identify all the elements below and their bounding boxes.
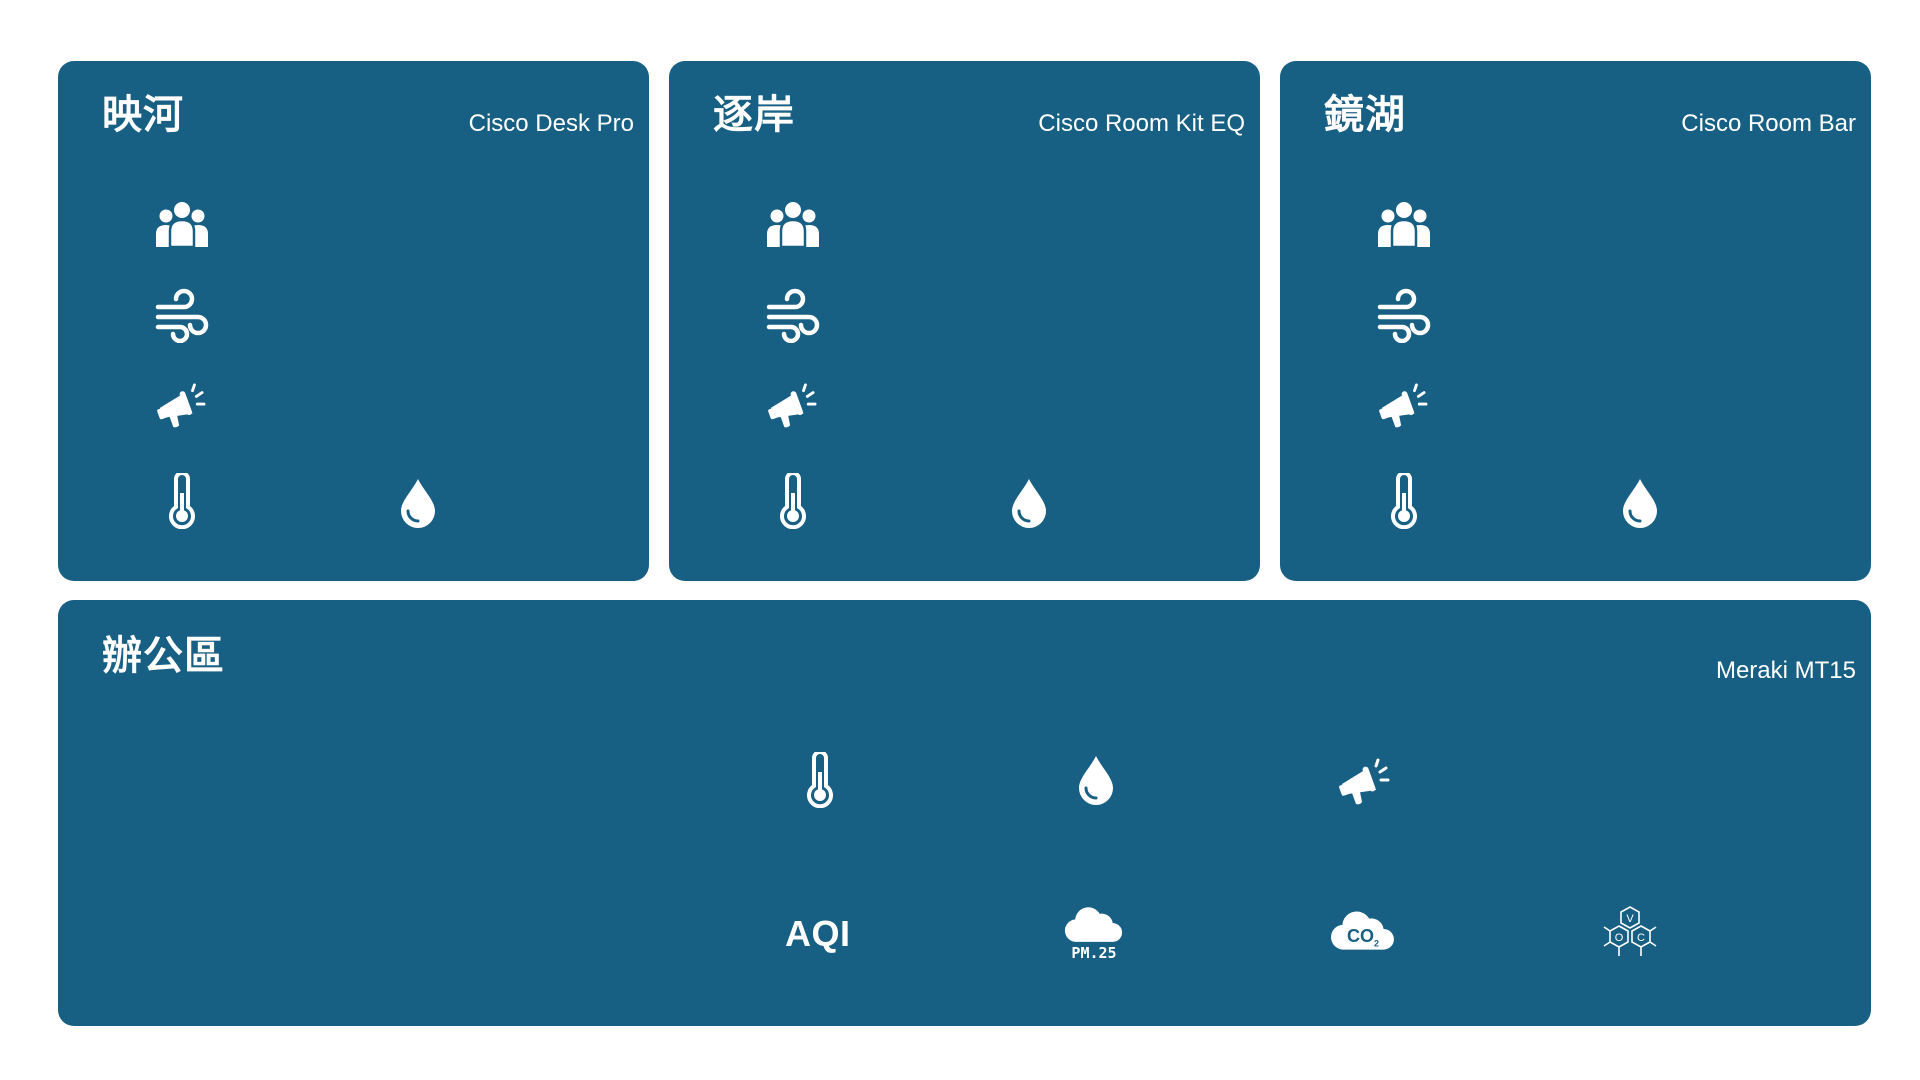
- office-title: 辦公區: [102, 633, 225, 679]
- noise-level-icon: [1378, 383, 1428, 429]
- humidity-icon: [1009, 477, 1049, 529]
- air-flow-icon: [765, 287, 821, 343]
- voc-letter-c: C: [1637, 932, 1645, 944]
- noise-level-icon: [156, 383, 206, 429]
- co2-label: CO2: [1346, 926, 1379, 949]
- temperature-icon: [777, 473, 809, 529]
- device-name: Cisco Room Bar: [1681, 110, 1856, 137]
- humidity-icon: [1620, 477, 1660, 529]
- people-count-icon: [765, 201, 821, 249]
- voc-icon: V O C: [1601, 904, 1659, 962]
- voc-letter-o: O: [1615, 932, 1624, 944]
- office-panel[interactable]: 辦公區 Meraki MT15 AQI PM.25 CO2 V O C: [58, 600, 1871, 1026]
- humidity-icon: [398, 477, 438, 529]
- room-panel-2[interactable]: 逐岸 Cisco Room Kit EQ: [669, 61, 1260, 581]
- room-title: 映河: [102, 92, 184, 138]
- dashboard: 映河 Cisco Desk Pro 逐岸 Cisco Room Kit EQ 鏡…: [0, 0, 1920, 1080]
- temperature-icon: [804, 752, 836, 808]
- room-title: 逐岸: [713, 92, 795, 138]
- air-flow-icon: [154, 287, 210, 343]
- device-name: Meraki MT15: [1715, 657, 1856, 684]
- pm25-label: PM.25: [1071, 943, 1117, 962]
- humidity-icon: [1076, 752, 1116, 808]
- co2-icon: CO2: [1330, 908, 1396, 956]
- voc-letter-v: V: [1626, 913, 1634, 925]
- temperature-icon: [166, 473, 198, 529]
- noise-level-icon: [1338, 758, 1390, 806]
- air-flow-icon: [1376, 287, 1432, 343]
- noise-level-icon: [767, 383, 817, 429]
- room-panel-3[interactable]: 鏡湖 Cisco Room Bar: [1280, 61, 1871, 581]
- device-name: Cisco Room Kit EQ: [1038, 110, 1245, 137]
- room-title: 鏡湖: [1324, 92, 1406, 138]
- people-count-icon: [1376, 201, 1432, 249]
- people-count-icon: [154, 201, 210, 249]
- room-panel-1[interactable]: 映河 Cisco Desk Pro: [58, 61, 649, 581]
- pm25-icon: PM.25: [1064, 902, 1124, 964]
- temperature-icon: [1388, 473, 1420, 529]
- device-name: Cisco Desk Pro: [468, 110, 634, 137]
- aqi-icon: AQI: [785, 913, 851, 954]
